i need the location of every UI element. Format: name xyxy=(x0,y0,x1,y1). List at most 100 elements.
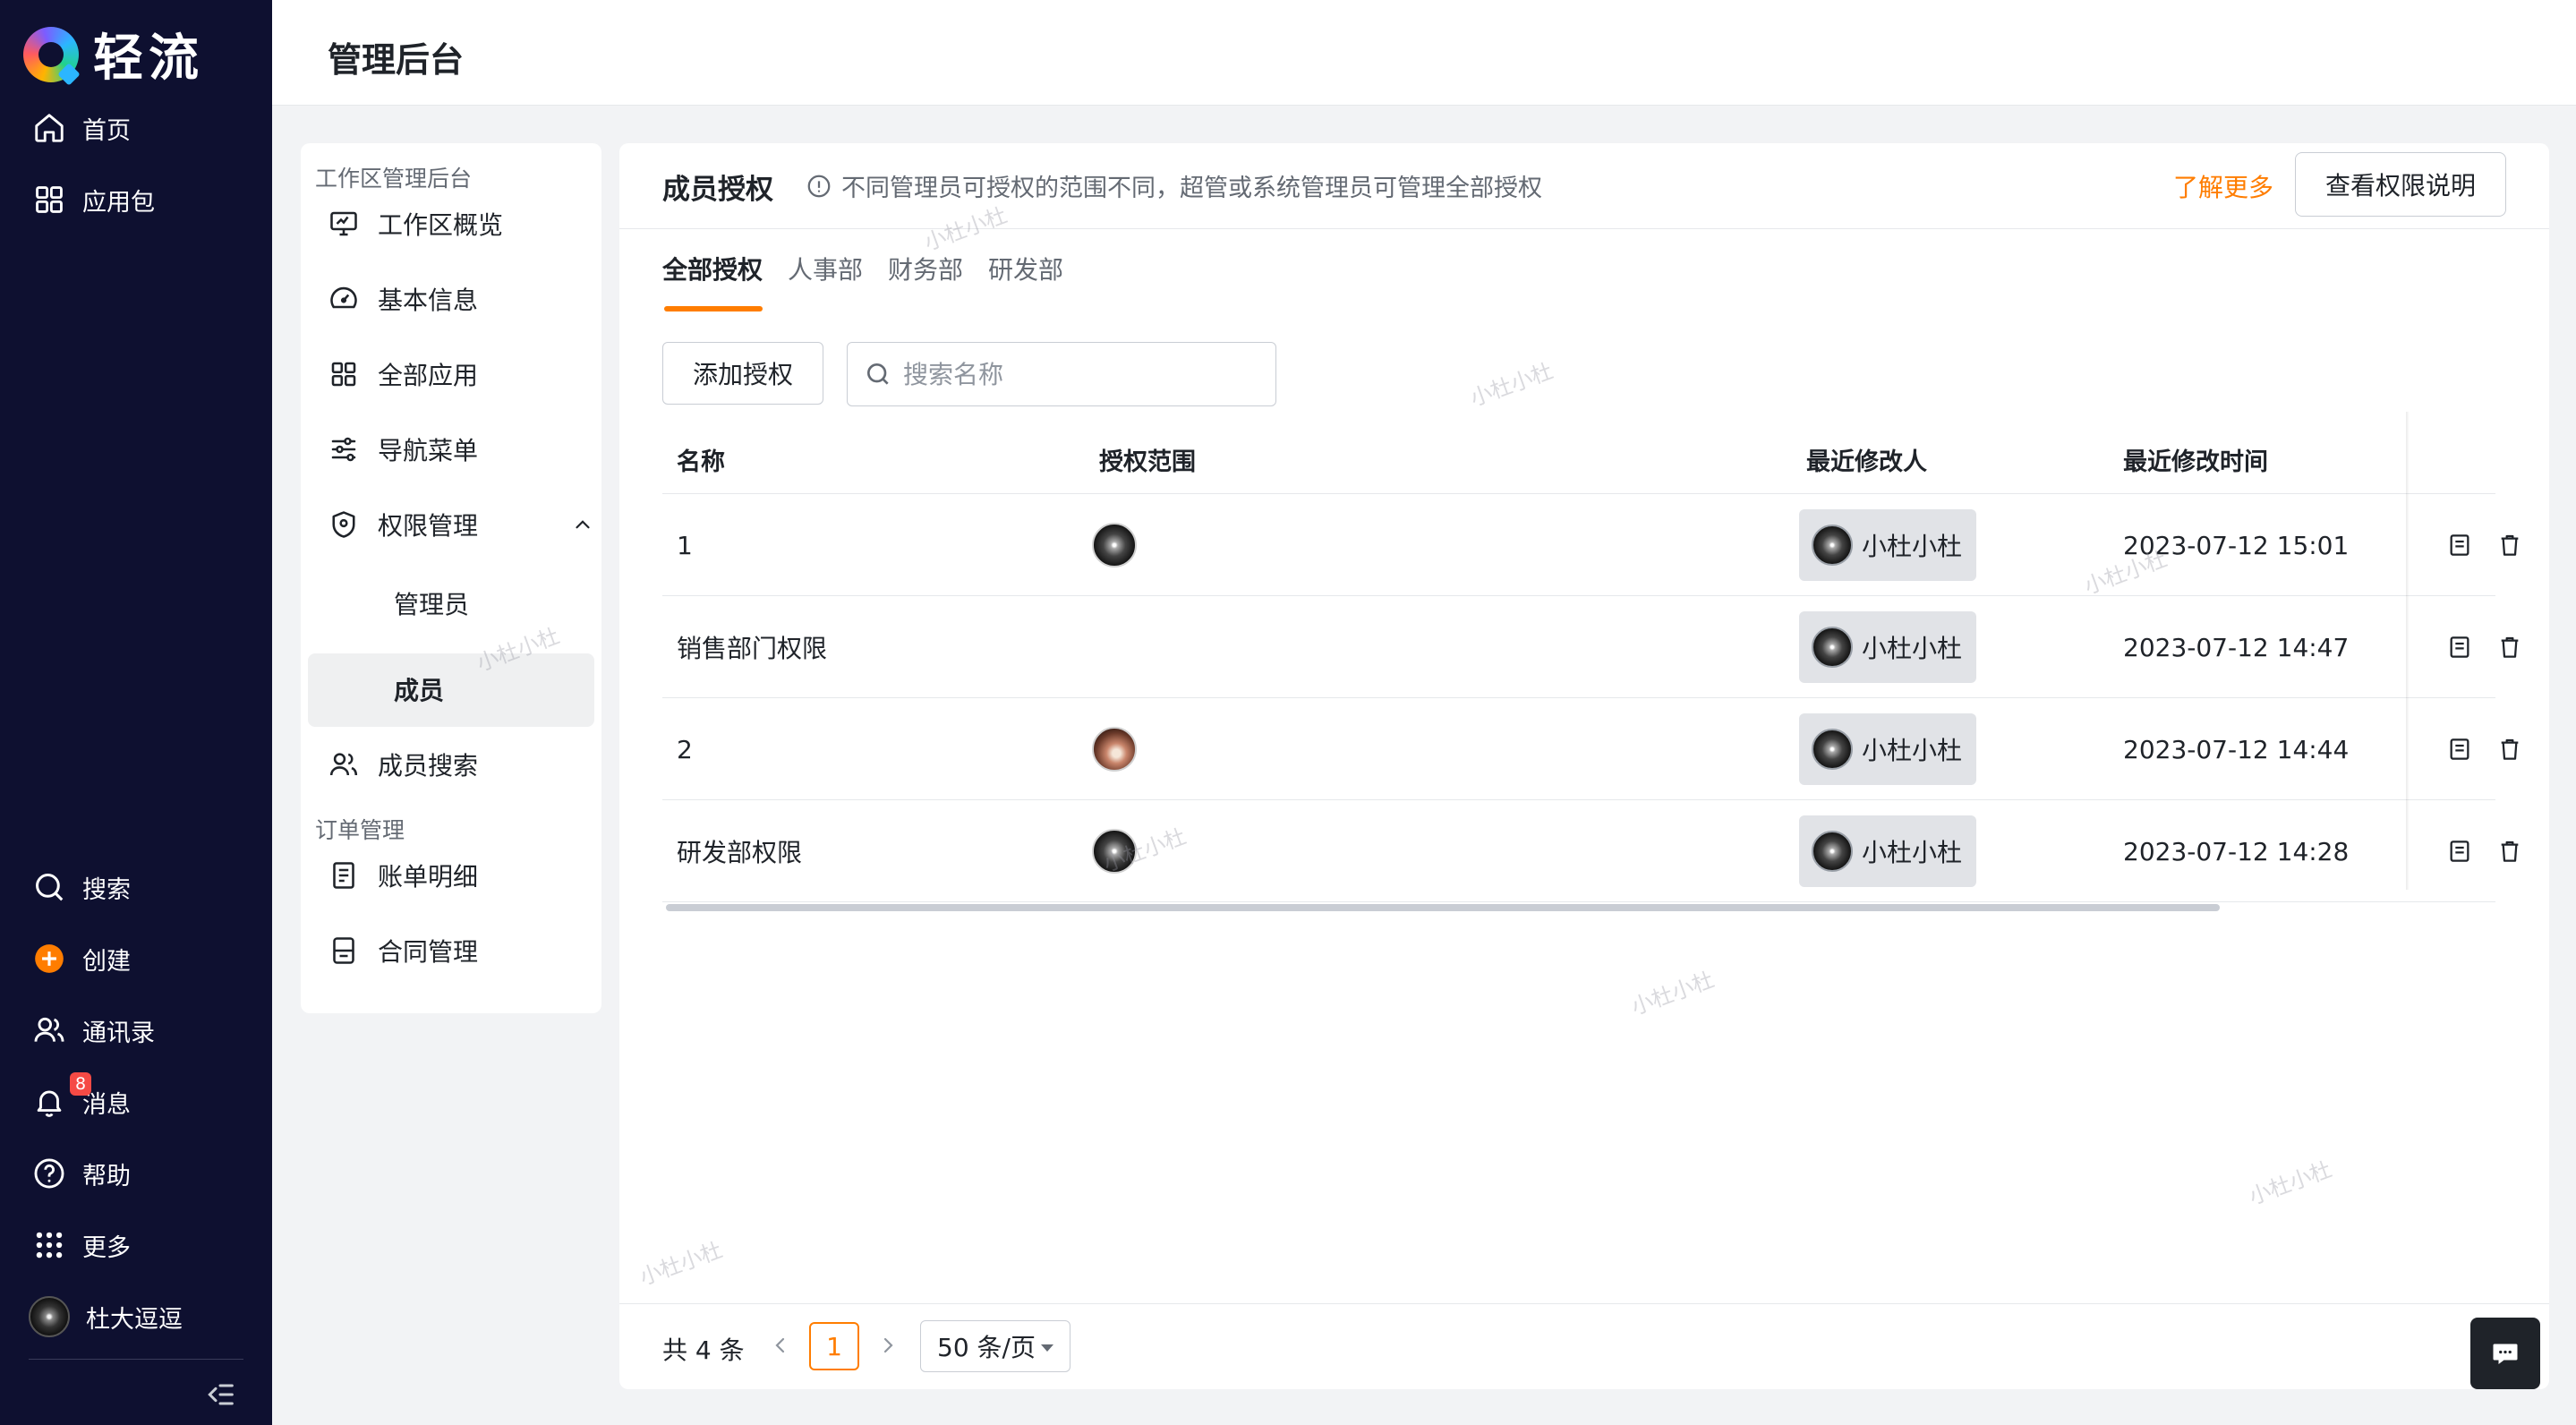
avatar xyxy=(1812,831,1853,872)
contract-icon xyxy=(333,937,354,964)
nav-more-label: 更多 xyxy=(82,1233,131,1262)
nav-more[interactable]: 更多 xyxy=(32,1224,131,1266)
logo-icon xyxy=(23,26,79,82)
nav-help[interactable]: 帮助 xyxy=(32,1153,131,1194)
row-time: 2023-07-12 14:47 xyxy=(2123,632,2350,662)
collapse-sidebar-icon[interactable] xyxy=(202,1377,238,1412)
prev-page-button[interactable] xyxy=(763,1327,798,1363)
add-authorization-button[interactable]: 添加授权 xyxy=(662,342,823,405)
horizontal-scrollbar[interactable] xyxy=(666,904,2220,911)
card-title: 成员授权 xyxy=(662,174,773,206)
nav-app-package[interactable]: 应用包 xyxy=(32,179,155,220)
sub-item-workspace-overview[interactable]: 工作区概览 xyxy=(328,202,503,245)
page-size-select[interactable]: 50 条/页 xyxy=(920,1320,1070,1372)
next-page-button[interactable] xyxy=(870,1327,906,1363)
chevron-left-icon xyxy=(775,1337,785,1353)
avatar xyxy=(1812,729,1853,770)
sub-item-member-search[interactable]: 成员搜索 xyxy=(328,743,478,786)
modifier-chip: 小杜小杜 xyxy=(1799,611,1977,683)
nav-messages[interactable]: 8 消息 xyxy=(32,1072,131,1122)
plus-circle-icon xyxy=(35,944,64,973)
edit-doc-icon[interactable] xyxy=(2445,531,2474,559)
more-grid-icon xyxy=(36,1232,63,1259)
sub-item-label: 合同管理 xyxy=(378,937,479,967)
modifier-name: 小杜小杜 xyxy=(1862,838,1963,867)
table-row[interactable]: 研发部权限 小杜小杜 2023-07-12 14:28 xyxy=(662,800,2519,902)
hint-text: 不同管理员可授权的范围不同，超管或系统管理员可管理全部授权 xyxy=(841,175,1542,202)
scope-avatar xyxy=(1092,523,1137,567)
learn-more-link[interactable]: 了解更多 xyxy=(2173,168,2273,204)
row-time: 2023-07-12 14:44 xyxy=(2123,734,2350,764)
edit-doc-icon[interactable] xyxy=(2445,633,2474,661)
view-permission-doc-button[interactable]: 查看权限说明 xyxy=(2295,152,2506,217)
sub-item-all-apps[interactable]: 全部应用 xyxy=(328,353,478,396)
department-tabs: 全部授权 人事部 财务部 研发部 xyxy=(662,251,1063,311)
delete-icon[interactable] xyxy=(2495,531,2524,559)
group-label-orders: 订单管理 xyxy=(315,817,405,843)
chevron-up-icon[interactable] xyxy=(571,503,600,546)
avatar xyxy=(1812,525,1853,566)
column-header-scope: 授权范围 xyxy=(1099,448,1196,476)
nav-search[interactable]: 搜索 xyxy=(32,866,131,908)
nav-help-label: 帮助 xyxy=(82,1162,131,1190)
sub-item-permission-management[interactable]: 权限管理 xyxy=(328,503,596,546)
row-actions xyxy=(2427,698,2533,800)
search-icon xyxy=(867,363,889,385)
sub-item-label: 权限管理 xyxy=(378,511,479,541)
delete-icon[interactable] xyxy=(2495,735,2524,764)
nav-contacts-label: 通讯录 xyxy=(82,1019,155,1047)
row-name: 研发部权限 xyxy=(677,838,803,867)
sub-item-label: 导航菜单 xyxy=(378,436,479,465)
card-hint: 不同管理员可授权的范围不同，超管或系统管理员可管理全部授权 xyxy=(806,168,1542,203)
edit-doc-icon[interactable] xyxy=(2445,837,2474,866)
sub-child-label: 成员 xyxy=(394,676,445,705)
bill-icon xyxy=(333,862,354,889)
tab-all[interactable]: 全部授权 xyxy=(662,251,763,311)
avatar xyxy=(1812,627,1853,668)
sub-item-label: 基本信息 xyxy=(378,286,479,315)
sliders-icon xyxy=(331,437,356,462)
nav-divider xyxy=(29,1359,243,1360)
nav-user-profile[interactable]: 杜大逗逗 xyxy=(29,1296,183,1337)
delete-icon[interactable] xyxy=(2495,837,2524,866)
grid-icon xyxy=(36,186,63,213)
search-input[interactable] xyxy=(903,359,1261,389)
nav-create[interactable]: 创建 xyxy=(32,938,131,979)
nav-home-label: 首页 xyxy=(82,116,131,145)
tab-finance[interactable]: 财务部 xyxy=(888,251,963,301)
table-row[interactable]: 销售部门权限 小杜小杜 2023-07-12 14:47 xyxy=(662,596,2519,698)
sub-item-contract-management[interactable]: 合同管理 xyxy=(328,929,478,972)
sub-item-label: 工作区概览 xyxy=(378,210,504,240)
member-authorization-panel: 成员授权 不同管理员可授权的范围不同，超管或系统管理员可管理全部授权 了解更多 … xyxy=(619,143,2549,1389)
caret-down-icon xyxy=(1040,1344,1053,1352)
users-icon xyxy=(329,753,358,776)
sub-item-members[interactable]: 成员 xyxy=(394,668,444,711)
delete-icon[interactable] xyxy=(2495,633,2524,661)
page-number-current[interactable]: 1 xyxy=(809,1322,859,1370)
apps-icon xyxy=(331,362,356,387)
table-row[interactable]: 2 小杜小杜 2023-07-12 14:44 xyxy=(662,698,2519,800)
page-size-value: 50 条/页 xyxy=(937,1333,1036,1362)
row-name: 销售部门权限 xyxy=(677,634,828,663)
sub-item-bill-details[interactable]: 账单明细 xyxy=(328,854,478,897)
nav-contacts[interactable]: 通讯录 xyxy=(32,1010,155,1051)
column-header-time: 最近修改时间 xyxy=(2123,448,2268,476)
edit-doc-icon[interactable] xyxy=(2445,735,2474,764)
modifier-chip: 小杜小杜 xyxy=(1799,815,1977,887)
chat-support-button[interactable] xyxy=(2470,1318,2540,1389)
search-box xyxy=(847,342,1276,406)
sub-item-basic-info[interactable]: 基本信息 xyxy=(328,277,478,320)
chat-icon xyxy=(2493,1344,2518,1364)
column-header-name: 名称 xyxy=(677,448,725,476)
user-name: 杜大逗逗 xyxy=(86,1305,183,1334)
tab-rnd[interactable]: 研发部 xyxy=(988,251,1063,301)
tab-hr[interactable]: 人事部 xyxy=(788,251,863,301)
sub-item-nav-menu[interactable]: 导航菜单 xyxy=(328,428,478,471)
nav-home[interactable]: 首页 xyxy=(32,107,131,149)
table-row[interactable]: 1 小杜小杜 2023-07-12 15:01 xyxy=(662,494,2519,596)
nav-app-package-label: 应用包 xyxy=(82,188,155,217)
gauge-icon xyxy=(330,286,357,309)
scope-avatar xyxy=(1092,829,1137,874)
app-logo[interactable]: 轻流 xyxy=(23,18,204,90)
sub-item-admins[interactable]: 管理员 xyxy=(394,582,469,625)
